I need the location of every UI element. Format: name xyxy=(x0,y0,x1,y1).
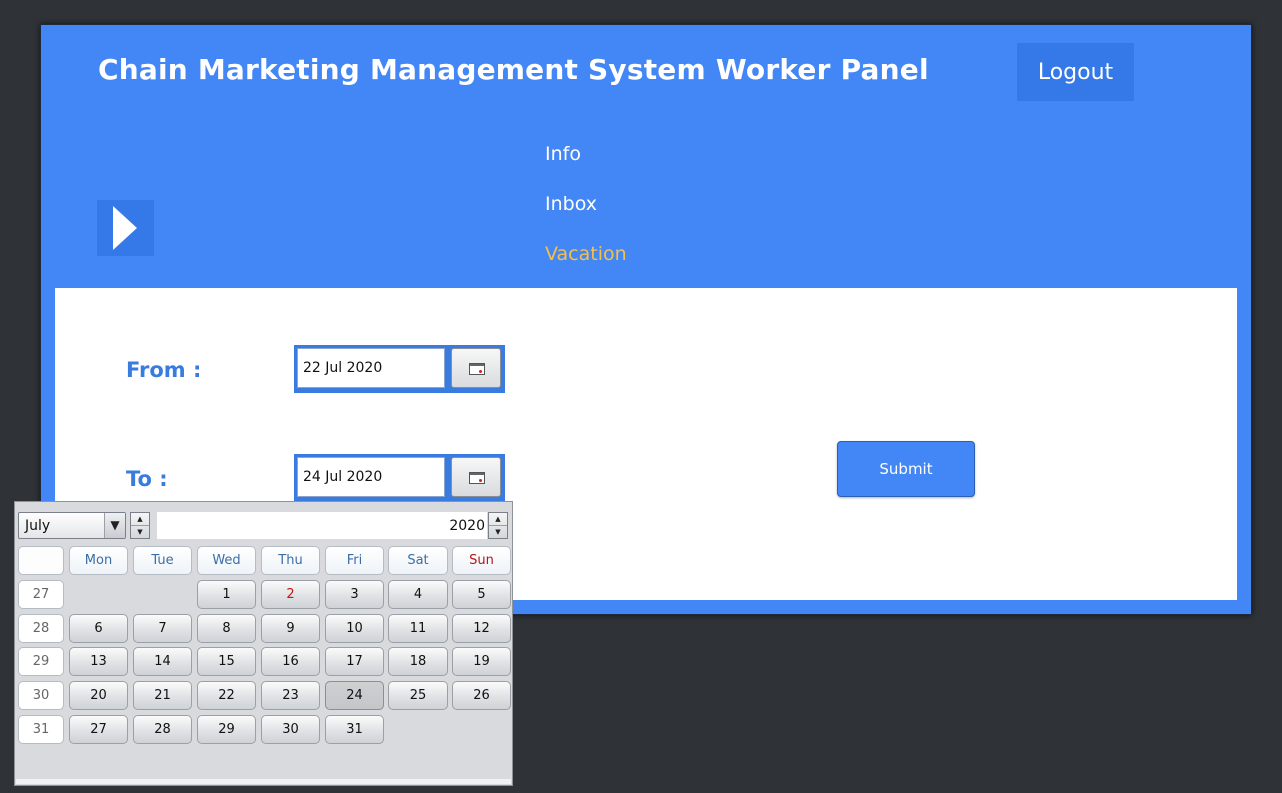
to-date-picker xyxy=(294,454,505,502)
submit-button[interactable]: Submit xyxy=(837,441,975,497)
calendar-day[interactable]: 12 xyxy=(452,614,511,643)
weekday-header: Mon xyxy=(69,546,128,575)
sidebar-toggle-button[interactable] xyxy=(97,200,154,256)
from-label: From : xyxy=(126,358,202,382)
week-header-corner xyxy=(18,546,64,575)
app-title: Chain Marketing Management System Worker… xyxy=(98,53,929,86)
calendar-day[interactable]: 30 xyxy=(261,715,320,744)
calendar-day[interactable]: 23 xyxy=(261,681,320,710)
calendar-day[interactable]: 5 xyxy=(452,580,511,609)
week-number: 29 xyxy=(18,647,64,676)
weekday-header: Sun xyxy=(452,546,511,575)
calendar-day[interactable]: 26 xyxy=(452,681,511,710)
from-calendar-button[interactable] xyxy=(451,348,501,388)
calendar-day[interactable]: 24 xyxy=(325,681,384,710)
weekday-header: Thu xyxy=(261,546,320,575)
month-value: July xyxy=(25,518,51,534)
nav-item-inbox[interactable]: Inbox xyxy=(545,193,597,215)
calendar-day[interactable]: 19 xyxy=(452,647,511,676)
spinner-up-icon[interactable]: ▲ xyxy=(131,513,149,526)
calendar-day[interactable]: 16 xyxy=(261,647,320,676)
weekday-header: Tue xyxy=(133,546,192,575)
calendar-day[interactable]: 10 xyxy=(325,614,384,643)
logout-button[interactable]: Logout xyxy=(1017,43,1134,101)
nav-item-info[interactable]: Info xyxy=(545,143,581,165)
calendar-day[interactable]: 31 xyxy=(325,715,384,744)
week-number: 30 xyxy=(18,681,64,710)
to-date-input[interactable] xyxy=(297,457,445,497)
month-select[interactable]: July ▼ xyxy=(18,512,126,539)
calendar-day[interactable]: 18 xyxy=(388,647,448,676)
calendar-day[interactable]: 29 xyxy=(197,715,256,744)
calendar-icon xyxy=(469,472,485,484)
weekday-header: Fri xyxy=(325,546,384,575)
calendar-day[interactable]: 25 xyxy=(388,681,448,710)
calendar-day[interactable]: 13 xyxy=(69,647,128,676)
play-arrow-icon xyxy=(113,206,137,250)
chevron-down-icon[interactable]: ▼ xyxy=(104,513,125,538)
spinner-down-icon[interactable]: ▼ xyxy=(489,526,507,538)
calendar-footer xyxy=(16,779,511,784)
calendar-day[interactable]: 4 xyxy=(388,580,448,609)
week-number: 28 xyxy=(18,614,64,643)
spinner-up-icon[interactable]: ▲ xyxy=(489,513,507,526)
spinner-down-icon[interactable]: ▼ xyxy=(131,526,149,538)
calendar-day[interactable]: 6 xyxy=(69,614,128,643)
calendar-icon xyxy=(469,363,485,375)
year-input[interactable] xyxy=(157,512,487,539)
calendar-day[interactable]: 9 xyxy=(261,614,320,643)
week-number: 31 xyxy=(18,715,64,744)
from-date-input[interactable] xyxy=(297,348,445,388)
calendar-popup: July ▼ ▲ ▼ ▲ ▼ MonTueWedThuFriSatSun2712… xyxy=(14,501,513,786)
year-spinner[interactable]: ▲ ▼ xyxy=(488,512,508,539)
calendar-day[interactable]: 20 xyxy=(69,681,128,710)
calendar-day[interactable]: 17 xyxy=(325,647,384,676)
calendar-day[interactable]: 14 xyxy=(133,647,192,676)
weekday-header: Sat xyxy=(388,546,448,575)
calendar-day[interactable]: 22 xyxy=(197,681,256,710)
weekday-header: Wed xyxy=(197,546,256,575)
week-number: 27 xyxy=(18,580,64,609)
calendar-day[interactable]: 1 xyxy=(197,580,256,609)
month-spinner[interactable]: ▲ ▼ xyxy=(130,512,150,539)
nav-item-vacation[interactable]: Vacation xyxy=(545,243,627,265)
calendar-day[interactable]: 11 xyxy=(388,614,448,643)
to-label: To : xyxy=(126,467,168,491)
from-date-picker xyxy=(294,345,505,393)
calendar-day[interactable]: 27 xyxy=(69,715,128,744)
calendar-day[interactable]: 21 xyxy=(133,681,192,710)
to-calendar-button[interactable] xyxy=(451,457,501,497)
calendar-day[interactable]: 8 xyxy=(197,614,256,643)
calendar-day[interactable]: 28 xyxy=(133,715,192,744)
calendar-day[interactable]: 3 xyxy=(325,580,384,609)
calendar-day[interactable]: 15 xyxy=(197,647,256,676)
calendar-day[interactable]: 7 xyxy=(133,614,192,643)
calendar-day[interactable]: 2 xyxy=(261,580,320,609)
